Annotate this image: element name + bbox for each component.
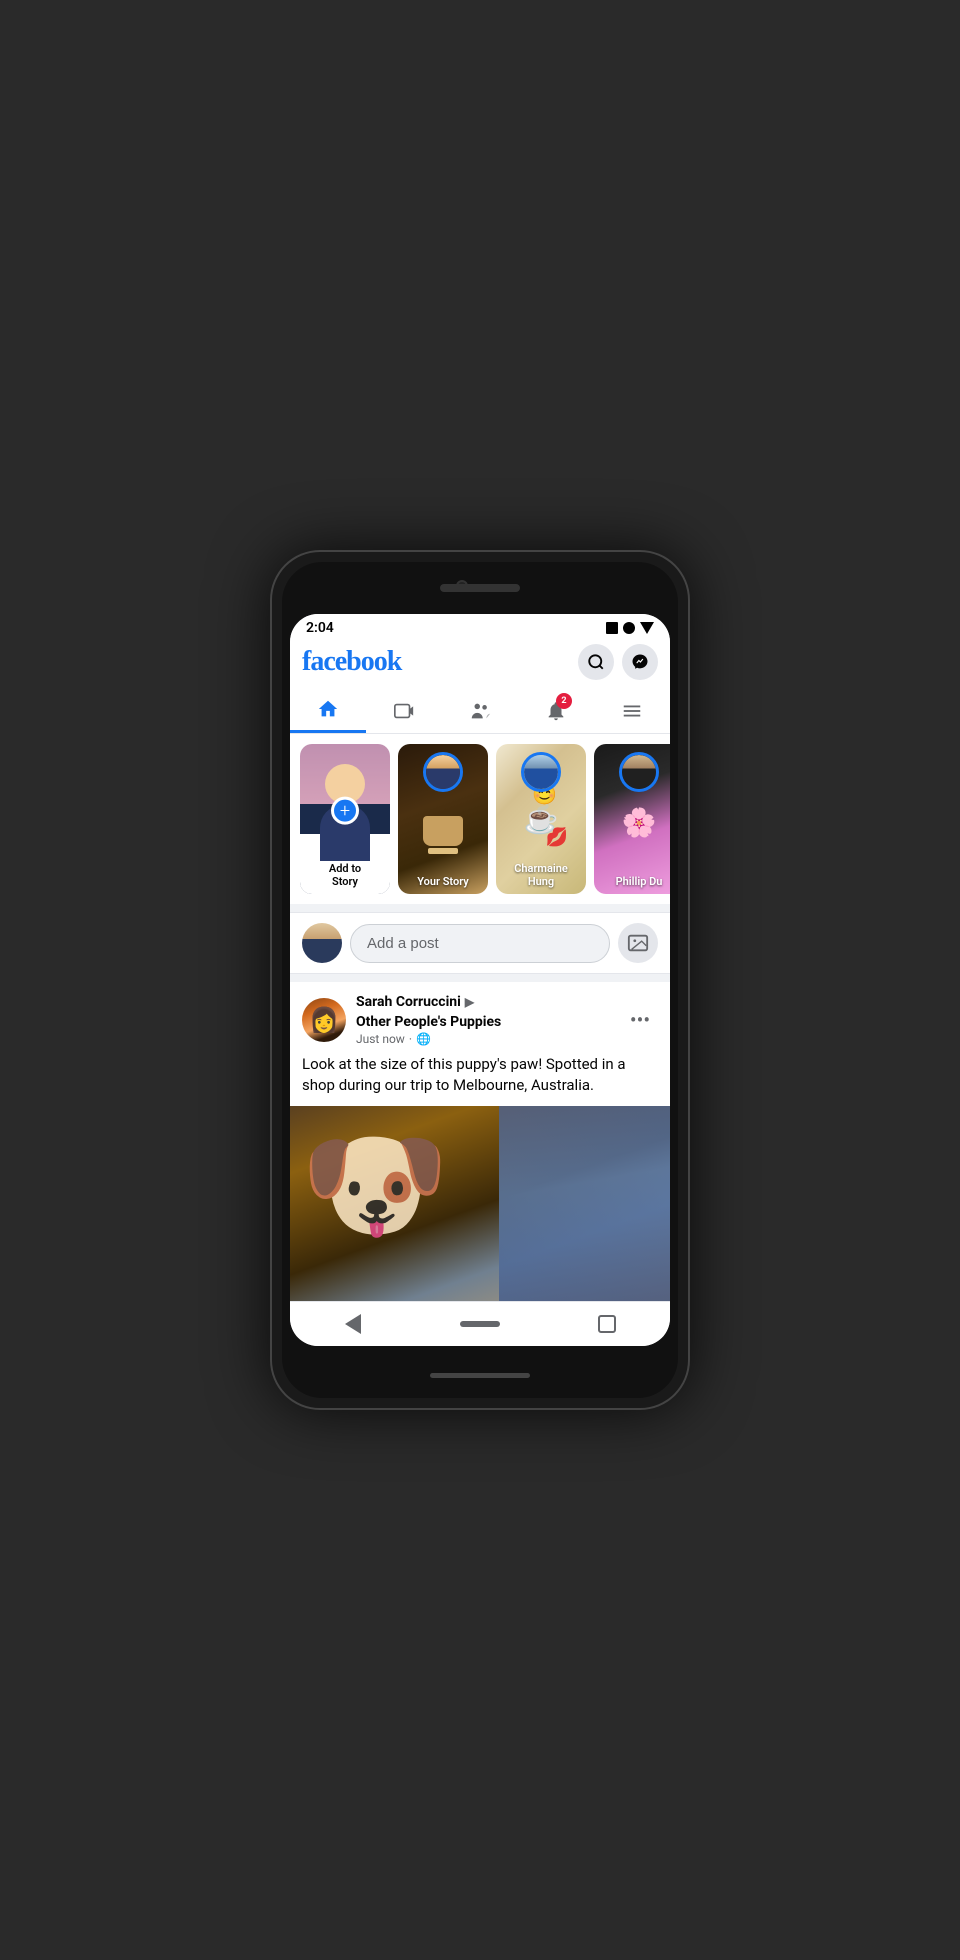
feed-scroll[interactable]: + Add toStory [290, 734, 670, 1301]
tab-home[interactable] [290, 688, 366, 733]
facebook-logo: facebook [302, 646, 401, 678]
post-user-info: Sarah Corruccini ▶ Other People's Puppie… [356, 994, 612, 1046]
post-more-options-button[interactable]: ••• [622, 1002, 658, 1038]
dog-face-emoji: 🐶 [300, 1116, 449, 1256]
your-story-label: Your Story [398, 875, 488, 888]
nav-tabs: 2 [290, 688, 670, 734]
stories-section: + Add toStory [290, 734, 670, 904]
story-your-story[interactable]: Your Story [398, 744, 488, 894]
post-privacy-icon: 🌐 [416, 1032, 431, 1046]
add-story-plus-icon: + [331, 797, 359, 825]
post-author-name[interactable]: Sarah Corruccini [356, 994, 461, 1010]
back-button[interactable] [333, 1310, 373, 1338]
tab-notifications[interactable]: 2 [518, 688, 594, 733]
phone-bottom-bar [430, 1373, 530, 1378]
post-arrow-icon: ▶ [465, 995, 474, 1009]
screen: 2:04 facebook [290, 614, 670, 1346]
post-group-name[interactable]: Other People's Puppies [356, 1014, 501, 1030]
wifi-icon [640, 622, 654, 634]
user-avatar-post [302, 923, 342, 963]
charmaine-story-label: Charmaine Hung [496, 862, 586, 888]
post-text: Look at the size of this puppy's paw! Sp… [290, 1054, 670, 1106]
status-icons [606, 622, 654, 634]
post-meta: Just now · 🌐 [356, 1032, 612, 1046]
post-card: 👩 Sarah Corruccini ▶ Other People's Pupp… [290, 982, 670, 1301]
post-user-avatar[interactable]: 👩 [302, 998, 346, 1042]
tab-video[interactable] [366, 688, 442, 733]
bottom-nav [290, 1301, 670, 1346]
messenger-button[interactable] [622, 644, 658, 680]
status-bar: 2:04 [290, 614, 670, 640]
tab-menu[interactable] [594, 688, 670, 733]
header-icons [578, 644, 658, 680]
phone-speaker [440, 584, 520, 592]
your-story-avatar-ring [423, 752, 463, 792]
home-pill-icon [460, 1321, 500, 1327]
battery-icon [606, 622, 618, 634]
post-dot: · [409, 1032, 412, 1046]
add-story-label: Add toStory [329, 862, 361, 888]
user-face: 👩 [302, 998, 346, 1042]
phillip-avatar-ring [619, 752, 659, 792]
post-user-name-line: Sarah Corruccini ▶ Other People's Puppie… [356, 994, 612, 1030]
phillip-story-label: Phillip Du [594, 875, 670, 888]
home-button[interactable] [460, 1310, 500, 1338]
recents-square-icon [598, 1315, 616, 1333]
stories-row: + Add toStory [290, 744, 670, 894]
add-photo-button[interactable] [618, 923, 658, 963]
add-post-section: Add a post [290, 912, 670, 974]
post-time: Just now [356, 1032, 405, 1046]
post-image: 🐶 [290, 1106, 670, 1301]
story-phillip[interactable]: 🌸 Phillip Du [594, 744, 670, 894]
add-post-input[interactable]: Add a post [350, 924, 610, 963]
notification-badge: 2 [556, 693, 572, 709]
header: facebook [290, 640, 670, 688]
tab-groups[interactable] [442, 688, 518, 733]
user-avatar-img [302, 923, 342, 963]
status-time: 2:04 [306, 620, 334, 636]
post-header: 👩 Sarah Corruccini ▶ Other People's Pupp… [290, 982, 670, 1054]
story-add-to-story[interactable]: + Add toStory [300, 744, 390, 894]
phone-inner: 2:04 facebook [282, 562, 678, 1398]
back-triangle-icon [345, 1314, 361, 1334]
story-charmaine[interactable]: ☕ 😊 💋 Charmaine Hung [496, 744, 586, 894]
phone-device: 2:04 facebook [270, 550, 690, 1410]
charmaine-avatar-ring [521, 752, 561, 792]
search-button[interactable] [578, 644, 614, 680]
recents-button[interactable] [587, 1310, 627, 1338]
post-user-avatar-img: 👩 [302, 998, 346, 1042]
signal-icon [623, 622, 635, 634]
